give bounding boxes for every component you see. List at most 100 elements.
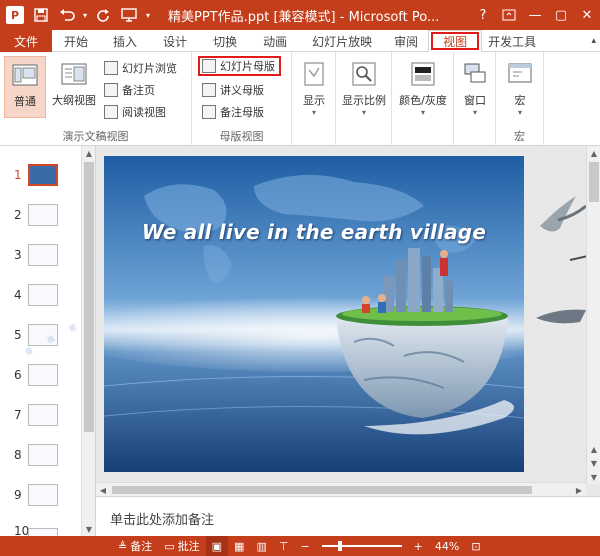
scroll-down-icon[interactable]: ▼	[587, 470, 600, 484]
notes-page-button[interactable]: 备注页	[104, 80, 155, 100]
tab-home[interactable]: 开始	[52, 30, 100, 52]
thumbnails-scrollbar[interactable]: ▲ ▼	[81, 146, 95, 536]
zoom-slider-handle[interactable]	[338, 541, 343, 551]
scroll-thumb[interactable]	[589, 162, 599, 202]
color-grayscale-dropdown-icon: ▾	[420, 108, 425, 117]
tab-developer[interactable]: 开发工具	[482, 30, 542, 52]
tab-file[interactable]: 文件	[0, 30, 53, 52]
slide-thumbnail-1[interactable]: 1	[14, 164, 90, 196]
customize-qa-icon[interactable]: ▾	[142, 0, 154, 30]
undo-icon[interactable]	[54, 0, 80, 30]
notes-master-button[interactable]: 备注母版	[202, 102, 264, 122]
scroll-thumb[interactable]	[112, 486, 532, 494]
notes-placeholder[interactable]: 单击此处添加备注	[110, 509, 214, 528]
slide-sorter-status-button[interactable]: ▦	[228, 536, 250, 556]
zoom-slider[interactable]	[321, 541, 402, 551]
help-icon[interactable]: ?	[470, 0, 496, 30]
zoom-out-button[interactable]: −	[294, 536, 315, 556]
slide-thumbnail-9[interactable]: 9	[14, 484, 90, 516]
normal-view-icon	[12, 64, 38, 86]
slide-thumbnail-10[interactable]: 10	[14, 522, 90, 536]
group-show: 显示 ▾	[292, 52, 336, 146]
present-icon[interactable]	[116, 0, 142, 30]
save-icon[interactable]	[28, 0, 54, 30]
handout-master-icon	[202, 83, 216, 97]
minimize-button[interactable]: —	[522, 0, 548, 30]
zoom-in-button[interactable]: +	[408, 536, 429, 556]
zoom-button[interactable]: 显示比例 ▾	[338, 56, 390, 118]
slide-number: 7	[14, 408, 22, 422]
scroll-right-icon[interactable]: ▶	[572, 483, 586, 496]
ribbon-view: 普通 大纲视图 幻灯片浏览 备注页 阅读视图 演示文稿视图 幻灯片母版 讲义母版	[0, 52, 600, 146]
window-button[interactable]: 窗口 ▾	[454, 56, 496, 118]
slide-thumbnail-7[interactable]: 7	[14, 404, 90, 436]
reading-view-button[interactable]: 阅读视图	[104, 102, 166, 122]
reading-view-icon	[104, 105, 118, 119]
slide-thumbnail-4[interactable]: 4	[14, 284, 90, 316]
zoom-out-icon: −	[300, 539, 310, 553]
notes-toggle[interactable]: ≜ 备注	[112, 536, 158, 556]
group-macro: 宏 ▾ 宏	[496, 52, 544, 146]
zoom-level[interactable]: 44%	[429, 536, 465, 556]
restore-button[interactable]: ▢	[548, 0, 574, 30]
slideshow-status-button[interactable]: ⊤	[273, 536, 295, 556]
undo-dropdown-icon[interactable]: ▾	[80, 0, 90, 30]
editor-horizontal-scrollbar[interactable]: ◀ ▶	[96, 482, 586, 496]
show-button[interactable]: 显示 ▾	[293, 56, 335, 118]
redo-icon[interactable]	[90, 0, 116, 30]
powerpoint-app-icon[interactable]: P	[6, 6, 24, 24]
tab-animations[interactable]: 动画	[250, 30, 300, 52]
outline-view-button[interactable]: 大纲视图	[50, 56, 98, 118]
outline-view-icon	[61, 63, 87, 85]
tab-transitions[interactable]: 切换	[200, 30, 250, 52]
slide-preview	[28, 364, 58, 386]
tab-insert[interactable]: 插入	[100, 30, 150, 52]
scroll-down-icon[interactable]: ▼	[82, 522, 96, 536]
previous-slide-icon[interactable]: ▲	[587, 442, 600, 456]
comments-toggle[interactable]: ▭ 批注	[158, 536, 205, 556]
tab-design[interactable]: 设计	[150, 30, 200, 52]
editor-vertical-scrollbar[interactable]: ▲ ▲ ▼ ▼	[586, 146, 600, 484]
ribbon-tabs: 文件 开始 插入 设计 切换 动画 幻灯片放映 审阅 视图 开发工具 ▴	[0, 30, 600, 52]
slide-sorter-button[interactable]: 幻灯片浏览	[104, 58, 177, 78]
normal-view-status-button[interactable]: ▣	[205, 536, 229, 556]
scroll-up-icon[interactable]: ▲	[82, 146, 96, 160]
scroll-up-icon[interactable]: ▲	[587, 146, 600, 160]
handout-master-button[interactable]: 讲义母版	[202, 80, 264, 100]
slide-title[interactable]: We all live in the earth village	[104, 220, 524, 244]
slide-number: 10	[14, 524, 30, 536]
slide-thumbnail-2[interactable]: 2	[14, 204, 90, 236]
slide-number: 5	[14, 328, 22, 342]
slide-thumbnail-8[interactable]: 8	[14, 444, 90, 476]
ribbon-display-icon[interactable]	[496, 0, 522, 30]
close-button[interactable]: ✕	[574, 0, 600, 30]
notes-pane[interactable]: 单击此处添加备注	[96, 496, 600, 536]
slide-thumbnail-6[interactable]: 6	[14, 364, 90, 396]
macros-button[interactable]: 宏 ▾	[499, 56, 541, 118]
slide-editor: We all live in the earth village ▲ ▲ ▼ ▼…	[96, 146, 600, 496]
slide-master-icon	[202, 59, 216, 73]
scroll-thumb[interactable]	[84, 162, 94, 432]
scroll-left-icon[interactable]: ◀	[96, 483, 110, 496]
slide-preview	[28, 324, 58, 346]
window-icon	[464, 63, 486, 83]
color-grayscale-button[interactable]: 颜色/灰度 ▾	[394, 56, 452, 118]
collapse-ribbon-icon[interactable]: ▴	[587, 30, 600, 52]
slide-master-button[interactable]: 幻灯片母版	[198, 56, 281, 76]
reading-view-status-button[interactable]: ▥	[250, 536, 272, 556]
highlight-box	[431, 32, 480, 50]
normal-view-button[interactable]: 普通	[4, 56, 46, 118]
tab-slideshow[interactable]: 幻灯片放映	[300, 30, 384, 52]
tab-review[interactable]: 审阅	[384, 30, 428, 52]
slide-number: 3	[14, 248, 22, 262]
show-icon	[304, 62, 324, 86]
next-slide-icon[interactable]: ▼	[587, 456, 600, 470]
slide-thumbnail-5[interactable]: 5	[14, 324, 90, 356]
group-window: 窗口 ▾	[454, 52, 496, 146]
tab-view[interactable]: 视图	[428, 30, 483, 52]
slide-thumbnail-3[interactable]: 3	[14, 244, 90, 276]
macros-dropdown-icon: ▾	[517, 108, 522, 117]
current-slide[interactable]: We all live in the earth village	[104, 156, 524, 472]
slide-master-label: 幻灯片母版	[220, 60, 275, 73]
fit-slide-button[interactable]: ⊡	[465, 536, 486, 556]
